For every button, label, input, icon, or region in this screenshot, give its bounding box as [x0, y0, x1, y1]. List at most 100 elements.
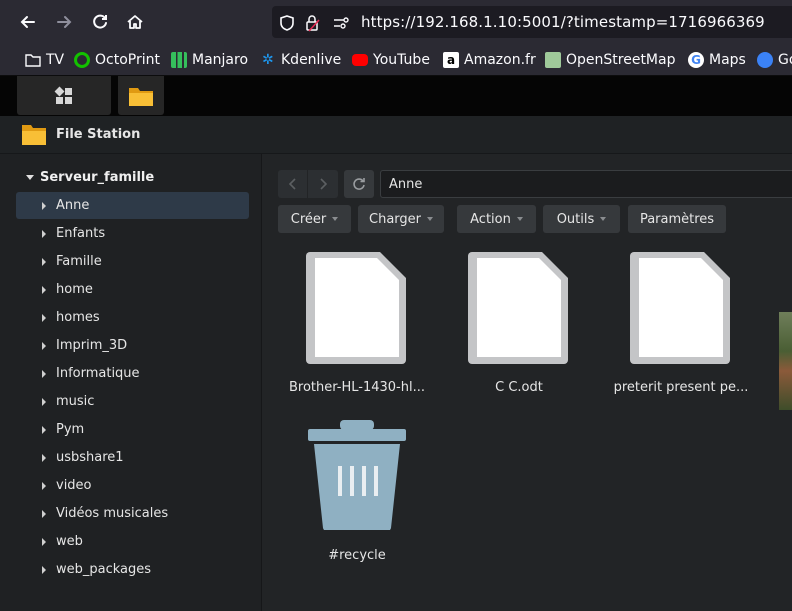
- bookmark-amazon[interactable]: a Amazon.fr: [443, 51, 536, 69]
- folder-icon: [25, 54, 41, 67]
- bookmark-label: Maps: [709, 52, 746, 68]
- history-forward-button[interactable]: [308, 170, 338, 198]
- caret-right-icon: [42, 565, 46, 574]
- bookmark-openstreetmap[interactable]: OpenStreetMap: [545, 51, 675, 69]
- tree-item-anne[interactable]: Anne: [16, 192, 249, 219]
- bookmark-label: Manjaro: [192, 52, 249, 68]
- reload-button[interactable]: [86, 8, 114, 36]
- bookmark-label: Amazon.fr: [464, 52, 536, 68]
- caret-right-icon: [42, 397, 46, 406]
- tree-item-label: Pym: [56, 422, 85, 437]
- openstreetmap-icon: [545, 52, 561, 68]
- tree-item-label: Imprim_3D: [56, 338, 128, 353]
- tree-item-label: Anne: [56, 198, 90, 213]
- tree-item-label: usbshare1: [56, 450, 124, 465]
- url-bar[interactable]: https://192.168.1.10:5001/?timestamp=171…: [272, 6, 792, 38]
- octoprint-icon: [74, 52, 90, 68]
- settings-button[interactable]: Paramètres: [628, 205, 726, 233]
- file-name: #recycle: [328, 548, 386, 563]
- file-item[interactable]: Brother-HL-1430-hl...: [282, 250, 432, 400]
- home-button[interactable]: [121, 8, 149, 36]
- permissions-icon[interactable]: [332, 14, 350, 32]
- tree-item-home[interactable]: home: [16, 276, 249, 303]
- tree-item-web[interactable]: web: [16, 528, 249, 555]
- tree-item-label: web_packages: [56, 562, 152, 577]
- forward-arrow-icon: [57, 16, 72, 28]
- path-field[interactable]: Anne: [380, 170, 792, 198]
- bookmark-maps[interactable]: G Maps: [688, 51, 746, 69]
- action-button[interactable]: Action: [457, 205, 536, 233]
- refresh-button[interactable]: [344, 170, 374, 198]
- file-item[interactable]: #recycle: [282, 420, 432, 570]
- caret-right-icon: [42, 313, 46, 322]
- history-back-button[interactable]: [278, 170, 308, 198]
- tree-item-famille[interactable]: Famille: [16, 248, 249, 275]
- window-titlebar: File Station: [0, 116, 792, 154]
- grid-icon: [54, 86, 72, 104]
- bookmark-octoprint[interactable]: OctoPrint: [74, 51, 160, 69]
- bookmark-tv[interactable]: TV: [25, 51, 64, 69]
- tree-item-homes[interactable]: homes: [16, 304, 249, 331]
- file-item[interactable]: C C.odt: [444, 250, 594, 400]
- file-station-window: File Station Serveur_famille Anne Enfant…: [0, 116, 792, 611]
- youtube-icon: [352, 54, 368, 66]
- folder-tree: Serveur_famille Anne Enfants Famille hom…: [0, 154, 262, 611]
- tree-item-web-packages[interactable]: web_packages: [16, 556, 249, 583]
- caret-right-icon: [42, 481, 46, 490]
- bookmarks-bar: TV OctoPrint Manjaro ✲ Kdenlive YouTube …: [0, 44, 792, 76]
- tree-root-serveur-famille[interactable]: Serveur_famille: [26, 170, 154, 185]
- file-browser-main: Anne Créer Charger Action Outils Paramèt…: [263, 154, 792, 611]
- dropdown-arrow-icon: [427, 217, 433, 221]
- caret-right-icon: [42, 285, 46, 294]
- bookmark-go[interactable]: Go: [757, 51, 792, 69]
- action-button-label: Action: [470, 211, 511, 227]
- url-text: https://192.168.1.10:5001/?timestamp=171…: [361, 13, 765, 31]
- main-menu-button[interactable]: [17, 76, 111, 115]
- tree-item-label: Enfants: [56, 226, 106, 241]
- file-name: Brother-HL-1430-hl...: [289, 380, 425, 395]
- caret-right-icon: [42, 509, 46, 518]
- kdenlive-icon: ✲: [262, 52, 274, 68]
- image-thumbnail-partial[interactable]: [779, 312, 792, 410]
- tools-button-label: Outils: [556, 211, 595, 227]
- forward-button[interactable]: [50, 8, 78, 36]
- google-icon: G: [688, 52, 704, 68]
- tree-item-label: Famille: [56, 254, 102, 269]
- tree-item-video[interactable]: video: [16, 472, 249, 499]
- tree-item-label: web: [56, 534, 83, 549]
- tree-item-label: video: [56, 478, 92, 493]
- tree-item-pym[interactable]: Pym: [16, 416, 249, 443]
- caret-right-icon: [42, 537, 46, 546]
- tools-button[interactable]: Outils: [543, 205, 620, 233]
- tree-item-enfants[interactable]: Enfants: [16, 220, 249, 247]
- tree-item-label: Vidéos musicales: [56, 506, 169, 521]
- browser-navbar: https://192.168.1.10:5001/?timestamp=171…: [0, 0, 792, 44]
- file-item[interactable]: preterit present pe...: [606, 250, 756, 400]
- bookmark-label: OctoPrint: [95, 52, 160, 68]
- back-button[interactable]: [14, 8, 42, 36]
- bookmark-youtube[interactable]: YouTube: [352, 51, 430, 69]
- caret-right-icon: [42, 257, 46, 266]
- bookmark-label: Kdenlive: [281, 52, 342, 68]
- upload-button[interactable]: Charger: [358, 205, 444, 233]
- bookmark-kdenlive[interactable]: ✲ Kdenlive: [262, 51, 341, 69]
- caret-right-icon: [42, 229, 46, 238]
- path-text: Anne: [389, 177, 423, 192]
- bookmark-label: YouTube: [373, 52, 430, 68]
- document-icon: [468, 252, 568, 364]
- create-button[interactable]: Créer: [278, 205, 351, 233]
- tree-item-imprim-3d[interactable]: Imprim_3D: [16, 332, 249, 359]
- shield-icon[interactable]: [278, 14, 296, 32]
- dropdown-arrow-icon: [516, 217, 523, 221]
- tree-item-videos-musicales[interactable]: Vidéos musicales: [16, 500, 249, 527]
- lock-warning-icon[interactable]: [304, 14, 322, 32]
- tree-item-informatique[interactable]: Informatique: [16, 360, 249, 387]
- bookmark-manjaro[interactable]: Manjaro: [171, 51, 248, 69]
- caret-right-icon: [42, 201, 46, 210]
- upload-button-label: Charger: [369, 211, 421, 227]
- tree-item-music[interactable]: music: [16, 388, 249, 415]
- tree-item-usbshare1[interactable]: usbshare1: [16, 444, 249, 471]
- file-station-taskbar-button[interactable]: [118, 76, 164, 115]
- folder-icon: [129, 87, 153, 106]
- settings-button-label: Paramètres: [639, 211, 715, 227]
